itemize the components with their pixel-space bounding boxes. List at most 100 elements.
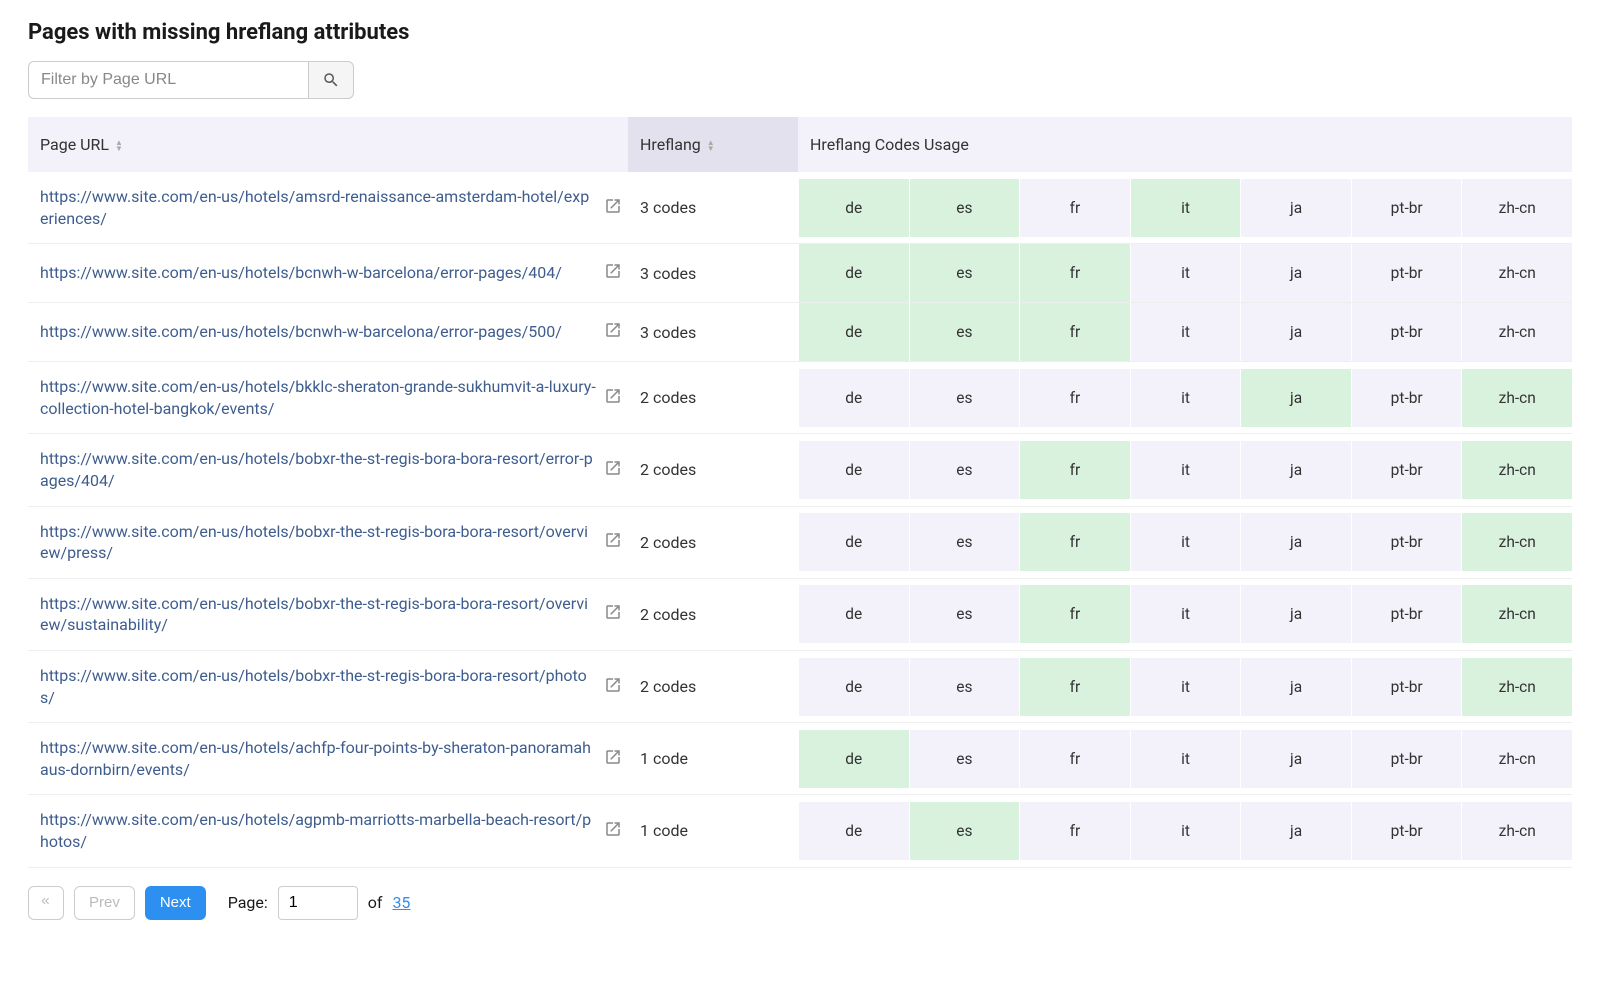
code-cell-fr: fr bbox=[1019, 369, 1130, 427]
table-row: https://www.site.com/en-us/hotels/bcnwh-… bbox=[28, 244, 1572, 303]
code-cell-de: de bbox=[798, 179, 909, 237]
code-cell-it: it bbox=[1130, 513, 1241, 571]
code-cell-ja: ja bbox=[1240, 179, 1351, 237]
code-cell-es: es bbox=[909, 441, 1020, 499]
open-link-button[interactable] bbox=[604, 820, 622, 842]
total-pages-link[interactable]: 35 bbox=[392, 893, 410, 912]
filter-input[interactable] bbox=[28, 61, 308, 99]
code-cell-de: de bbox=[798, 585, 909, 643]
open-link-button[interactable] bbox=[604, 387, 622, 409]
hreflang-count: 2 codes bbox=[628, 362, 798, 434]
page-url-link[interactable]: https://www.site.com/en-us/hotels/bobxr-… bbox=[40, 665, 596, 708]
code-cell-it: it bbox=[1130, 179, 1241, 237]
table-row: https://www.site.com/en-us/hotels/achfp-… bbox=[28, 723, 1572, 795]
code-cell-zh-cn: zh-cn bbox=[1461, 513, 1572, 571]
code-cell-es: es bbox=[909, 658, 1020, 716]
code-cell-es: es bbox=[909, 585, 1020, 643]
hreflang-count: 2 codes bbox=[628, 434, 798, 506]
code-cell-de: de bbox=[798, 730, 909, 788]
code-cell-it: it bbox=[1130, 658, 1241, 716]
code-cell-fr: fr bbox=[1019, 441, 1130, 499]
external-link-icon bbox=[604, 820, 622, 838]
page-url-link[interactable]: https://www.site.com/en-us/hotels/amsrd-… bbox=[40, 186, 596, 229]
code-cell-it: it bbox=[1130, 802, 1241, 860]
code-cell-es: es bbox=[909, 244, 1020, 302]
external-link-icon bbox=[604, 321, 622, 339]
code-cell-pt-br: pt-br bbox=[1351, 179, 1462, 237]
code-cell-ja: ja bbox=[1240, 303, 1351, 361]
col-header-codes: Hreflang Codes Usage bbox=[798, 117, 1572, 172]
page-url-link[interactable]: https://www.site.com/en-us/hotels/bobxr-… bbox=[40, 593, 596, 636]
hreflang-table: Page URL Hreflang Hreflang Codes Usage h… bbox=[28, 117, 1572, 868]
open-link-button[interactable] bbox=[604, 459, 622, 481]
page-url-link[interactable]: https://www.site.com/en-us/hotels/bkklc-… bbox=[40, 376, 596, 419]
open-link-button[interactable] bbox=[604, 531, 622, 553]
prev-button[interactable]: Prev bbox=[74, 886, 135, 920]
open-link-button[interactable] bbox=[604, 603, 622, 625]
code-cell-es: es bbox=[909, 730, 1020, 788]
code-cell-zh-cn: zh-cn bbox=[1461, 585, 1572, 643]
code-cell-fr: fr bbox=[1019, 244, 1130, 302]
code-cell-it: it bbox=[1130, 441, 1241, 499]
code-cell-it: it bbox=[1130, 730, 1241, 788]
code-cell-es: es bbox=[909, 369, 1020, 427]
code-cell-ja: ja bbox=[1240, 513, 1351, 571]
open-link-button[interactable] bbox=[604, 262, 622, 284]
code-cell-ja: ja bbox=[1240, 730, 1351, 788]
code-cell-it: it bbox=[1130, 244, 1241, 302]
open-link-button[interactable] bbox=[604, 748, 622, 770]
code-cell-es: es bbox=[909, 303, 1020, 361]
code-cell-zh-cn: zh-cn bbox=[1461, 303, 1572, 361]
open-link-button[interactable] bbox=[604, 676, 622, 698]
page-url-link[interactable]: https://www.site.com/en-us/hotels/bobxr-… bbox=[40, 448, 596, 491]
code-cell-fr: fr bbox=[1019, 513, 1130, 571]
code-cell-zh-cn: zh-cn bbox=[1461, 802, 1572, 860]
code-cell-ja: ja bbox=[1240, 244, 1351, 302]
code-cell-es: es bbox=[909, 513, 1020, 571]
code-cell-de: de bbox=[798, 369, 909, 427]
code-cell-de: de bbox=[798, 303, 909, 361]
col-header-url[interactable]: Page URL bbox=[28, 117, 628, 172]
code-cell-pt-br: pt-br bbox=[1351, 369, 1462, 427]
code-cell-de: de bbox=[798, 658, 909, 716]
first-page-button[interactable] bbox=[28, 886, 64, 920]
page-url-link[interactable]: https://www.site.com/en-us/hotels/bcnwh-… bbox=[40, 262, 596, 284]
page-url-link[interactable]: https://www.site.com/en-us/hotels/achfp-… bbox=[40, 737, 596, 780]
hreflang-count: 2 codes bbox=[628, 506, 798, 578]
col-header-hreflang[interactable]: Hreflang bbox=[628, 117, 798, 172]
code-cell-de: de bbox=[798, 513, 909, 571]
hreflang-count: 2 codes bbox=[628, 650, 798, 722]
code-cell-es: es bbox=[909, 179, 1020, 237]
pagination: Prev Next Page: of 35 bbox=[28, 886, 1572, 920]
sort-icon bbox=[707, 140, 715, 152]
hreflang-count: 3 codes bbox=[628, 303, 798, 362]
code-cell-fr: fr bbox=[1019, 585, 1130, 643]
open-link-button[interactable] bbox=[604, 321, 622, 343]
code-cell-ja: ja bbox=[1240, 585, 1351, 643]
code-cell-pt-br: pt-br bbox=[1351, 802, 1462, 860]
code-cell-fr: fr bbox=[1019, 730, 1130, 788]
code-cell-pt-br: pt-br bbox=[1351, 585, 1462, 643]
code-cell-ja: ja bbox=[1240, 802, 1351, 860]
hreflang-count: 2 codes bbox=[628, 578, 798, 650]
search-button[interactable] bbox=[308, 61, 354, 99]
code-cell-zh-cn: zh-cn bbox=[1461, 730, 1572, 788]
code-cell-it: it bbox=[1130, 585, 1241, 643]
next-button[interactable]: Next bbox=[145, 886, 206, 920]
code-cell-ja: ja bbox=[1240, 369, 1351, 427]
page-url-link[interactable]: https://www.site.com/en-us/hotels/agpmb-… bbox=[40, 809, 596, 852]
open-link-button[interactable] bbox=[604, 197, 622, 219]
code-cell-ja: ja bbox=[1240, 441, 1351, 499]
page-url-link[interactable]: https://www.site.com/en-us/hotels/bcnwh-… bbox=[40, 321, 596, 343]
code-cell-ja: ja bbox=[1240, 658, 1351, 716]
code-cell-pt-br: pt-br bbox=[1351, 303, 1462, 361]
code-cell-zh-cn: zh-cn bbox=[1461, 369, 1572, 427]
table-row: https://www.site.com/en-us/hotels/bobxr-… bbox=[28, 434, 1572, 506]
code-cell-pt-br: pt-br bbox=[1351, 730, 1462, 788]
code-cell-pt-br: pt-br bbox=[1351, 658, 1462, 716]
table-row: https://www.site.com/en-us/hotels/bkklc-… bbox=[28, 362, 1572, 434]
page-url-link[interactable]: https://www.site.com/en-us/hotels/bobxr-… bbox=[40, 521, 596, 564]
search-icon bbox=[322, 71, 340, 89]
table-row: https://www.site.com/en-us/hotels/bobxr-… bbox=[28, 506, 1572, 578]
page-input[interactable] bbox=[278, 886, 358, 920]
